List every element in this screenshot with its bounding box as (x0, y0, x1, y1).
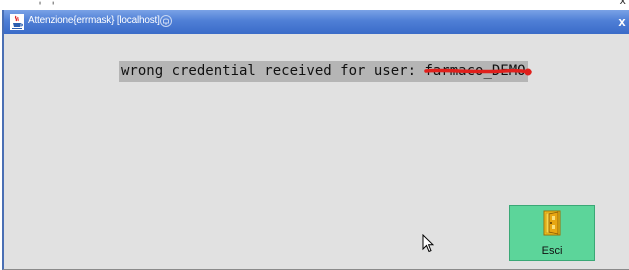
mouse-pointer-icon (422, 234, 434, 253)
title-bar[interactable]: Attenzione{errmask} [localhost] x (4, 10, 629, 34)
exit-button-label: Esci (541, 245, 563, 257)
exit-button[interactable]: Esci (509, 205, 595, 261)
background-window-edge: ʻ ʼʻ ˈ ˈ ˌ ˈ ˌ ˈ x (0, 0, 629, 10)
attention-dialog: Attenzione{errmask} [localhost] x wrong … (2, 10, 629, 270)
dialog-content: wrong credential received for user: farm… (4, 34, 629, 269)
dialog-title: Attenzione{errmask} [localhost] (28, 15, 160, 26)
error-message-text: wrong credential received for user: (121, 63, 425, 79)
screen: ʻ ʼʻ ˈ ˈ ˌ ˈ ˌ ˈ x Attenzione{errmask} [… (0, 0, 629, 270)
java-cup-icon (10, 14, 24, 30)
background-window-close-button[interactable]: x (619, 0, 626, 7)
redaction-scribble (424, 68, 532, 76)
close-button[interactable]: x (615, 12, 629, 32)
background-text-fragment: ʻ ʼʻ ˈ ˈ ˌ ˈ ˌ ˈ (8, 0, 61, 6)
exit-door-icon (543, 210, 561, 236)
bell-icon (160, 15, 172, 27)
